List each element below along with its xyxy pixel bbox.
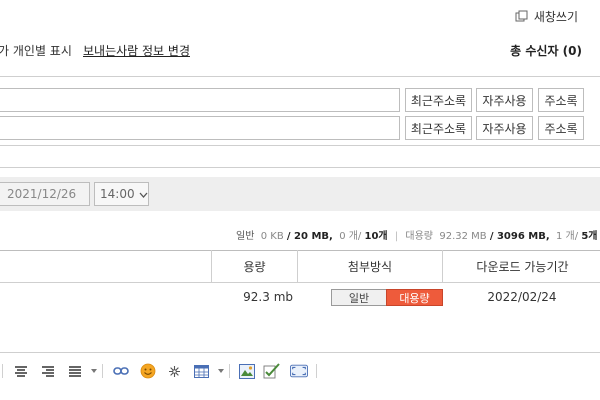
fullscreen-icon[interactable]	[290, 362, 308, 380]
justify-icon[interactable]	[66, 362, 84, 380]
recent-address-button[interactable]: 최근주소록	[405, 88, 472, 112]
cc-input[interactable]	[0, 116, 400, 140]
divider	[0, 145, 600, 146]
table-dropdown-caret[interactable]	[218, 369, 224, 373]
schedule-date-field[interactable]: 2021/12/26	[0, 182, 90, 206]
recipient-input[interactable]	[0, 88, 400, 112]
schedule-time-value: 14:00	[100, 187, 135, 201]
chevron-down-icon	[139, 187, 148, 201]
sender-info-change-link[interactable]: 보내는사람 정보 변경	[83, 42, 190, 59]
toolbar-separator	[229, 364, 230, 378]
per-person-label: 개인별 표시	[12, 44, 72, 58]
schedule-time-select[interactable]: 14:00	[94, 182, 149, 206]
attachment-size: 92.3 mb	[243, 290, 293, 304]
per-person-prefix: 가	[0, 44, 10, 58]
column-header-period: 다운로드 가능기간	[442, 250, 600, 282]
new-window-button[interactable]: 새창쓰기	[515, 8, 578, 25]
schedule-band	[0, 177, 600, 211]
link-icon[interactable]	[112, 362, 130, 380]
large-limit: / 3096 MB,	[489, 231, 550, 242]
download-period: 2022/02/24	[487, 290, 557, 304]
toolbar-separator	[102, 364, 103, 378]
large-count-limit: 5개	[581, 231, 598, 242]
general-limit: / 20 MB,	[286, 231, 333, 242]
justify-dropdown-caret[interactable]	[91, 369, 97, 373]
divider	[0, 167, 600, 168]
toolbar-separator	[2, 364, 3, 378]
general-count: 0 개/	[339, 231, 362, 242]
align-right-icon[interactable]	[39, 362, 57, 380]
large-count: 1 개/	[556, 231, 579, 242]
new-window-label: 새창쓰기	[533, 10, 578, 24]
general-label: 일반	[236, 231, 255, 242]
spellcheck-icon[interactable]	[263, 362, 281, 380]
recent-address-button[interactable]: 최근주소록	[405, 116, 472, 140]
align-center-icon[interactable]	[12, 362, 30, 380]
column-header-size: 용량	[211, 250, 297, 282]
divider	[0, 76, 600, 77]
column-header-method: 첨부방식	[297, 250, 442, 282]
frequent-address-button[interactable]: 자주사용	[476, 116, 533, 140]
address-book-button[interactable]: 주소록	[538, 116, 584, 140]
separator: |	[394, 231, 399, 242]
general-size: 0 KB	[260, 231, 284, 242]
mode-large-button[interactable]: 대용량	[386, 289, 443, 306]
frequent-address-button[interactable]: 자주사용	[476, 88, 533, 112]
divider	[0, 352, 600, 353]
large-label: 대용량	[405, 231, 433, 242]
capacity-summary: 일반 0 KB / 20 MB, 0 개/ 10개 | 대용량 92.32 MB…	[236, 227, 598, 242]
address-book-button[interactable]: 주소록	[538, 88, 584, 112]
table-icon[interactable]	[192, 362, 210, 380]
recipient-count: 총 수신자 (0)	[510, 44, 582, 58]
large-size: 92.32 MB	[439, 231, 487, 242]
emoticon-icon[interactable]	[139, 362, 157, 380]
mode-general-button[interactable]: 일반	[331, 289, 387, 306]
general-count-limit: 10개	[364, 231, 388, 242]
per-person-toggle[interactable]: 가 개인별 표시	[0, 42, 72, 59]
toolbar-separator	[316, 364, 317, 378]
image-icon[interactable]	[238, 362, 256, 380]
new-window-icon	[515, 10, 528, 23]
special-char-icon[interactable]	[165, 362, 183, 380]
